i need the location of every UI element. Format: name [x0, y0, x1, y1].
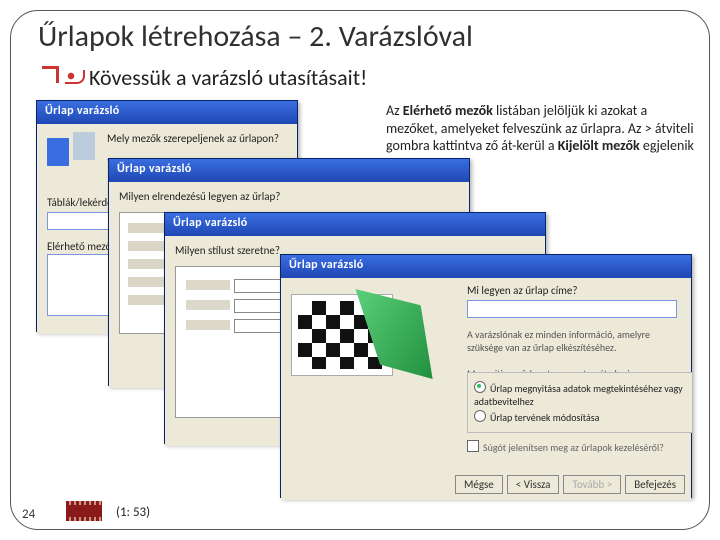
step2-question: Milyen elrendezésű legyen az űrlap?: [119, 190, 280, 203]
option-modify-design[interactable]: Űrlap tervének módosítása: [474, 410, 686, 424]
show-help-checkbox[interactable]: Súgót jelenítsen meg az űrlapok kezelésé…: [467, 440, 664, 454]
spiral-bullet-icon: [65, 70, 85, 84]
slide-subtitle: Kövessük a varázsló utasításait!: [64, 64, 367, 91]
finish-button[interactable]: Befejezés: [625, 475, 685, 494]
film-icon: [66, 501, 102, 521]
desc-line1: A varázslónak ez minden információ, amel…: [467, 328, 650, 354]
slide-title: Űrlapok létrehozása – 2. Varázslóval: [38, 18, 473, 55]
timecode: (1: 53): [116, 505, 150, 520]
cancel-button[interactable]: Mégse: [455, 475, 503, 494]
option-open-form[interactable]: Űrlap megnyitása adatok megtekintéséhez …: [474, 381, 686, 408]
back-button[interactable]: < Vissza: [507, 475, 560, 494]
next-button[interactable]: Tovább >: [563, 475, 621, 494]
finish-flag-icon: [291, 294, 393, 376]
wizard-titlebar: Űrlap varázsló: [281, 255, 691, 278]
step3-question: Milyen stílust szeretne?: [175, 244, 280, 257]
wizard-titlebar: Űrlap varázsló: [165, 213, 545, 236]
chk-label: Súgót jelenítsen meg az űrlapok kezelésé…: [483, 441, 664, 454]
wizard-buttons: Mégse < Vissza Tovább > Befejezés: [455, 475, 685, 494]
page-number: 24: [22, 507, 35, 522]
wizard-step4-dialog: Űrlap varázsló Mi legyen az űrlap címe? …: [280, 254, 692, 498]
step4-question: Mi legyen az űrlap címe?: [467, 284, 577, 297]
wizard-titlebar: Űrlap varázsló: [37, 101, 297, 124]
finish-options: Űrlap megnyitása adatok megtekintéséhez …: [467, 372, 693, 433]
fields-icon: [47, 132, 97, 172]
form-title-input[interactable]: [467, 300, 677, 318]
opt2-label: Űrlap tervének módosítása: [490, 411, 599, 424]
step1-question: Mely mezők szerepeljenek az űrlapon?: [107, 132, 287, 145]
wizard-titlebar: Űrlap varázsló: [109, 159, 469, 182]
opt1-label: Űrlap megnyitása adatok megtekintéséhez …: [474, 382, 683, 408]
subtitle-text: Kövessük a varázsló utasításait!: [89, 64, 367, 91]
